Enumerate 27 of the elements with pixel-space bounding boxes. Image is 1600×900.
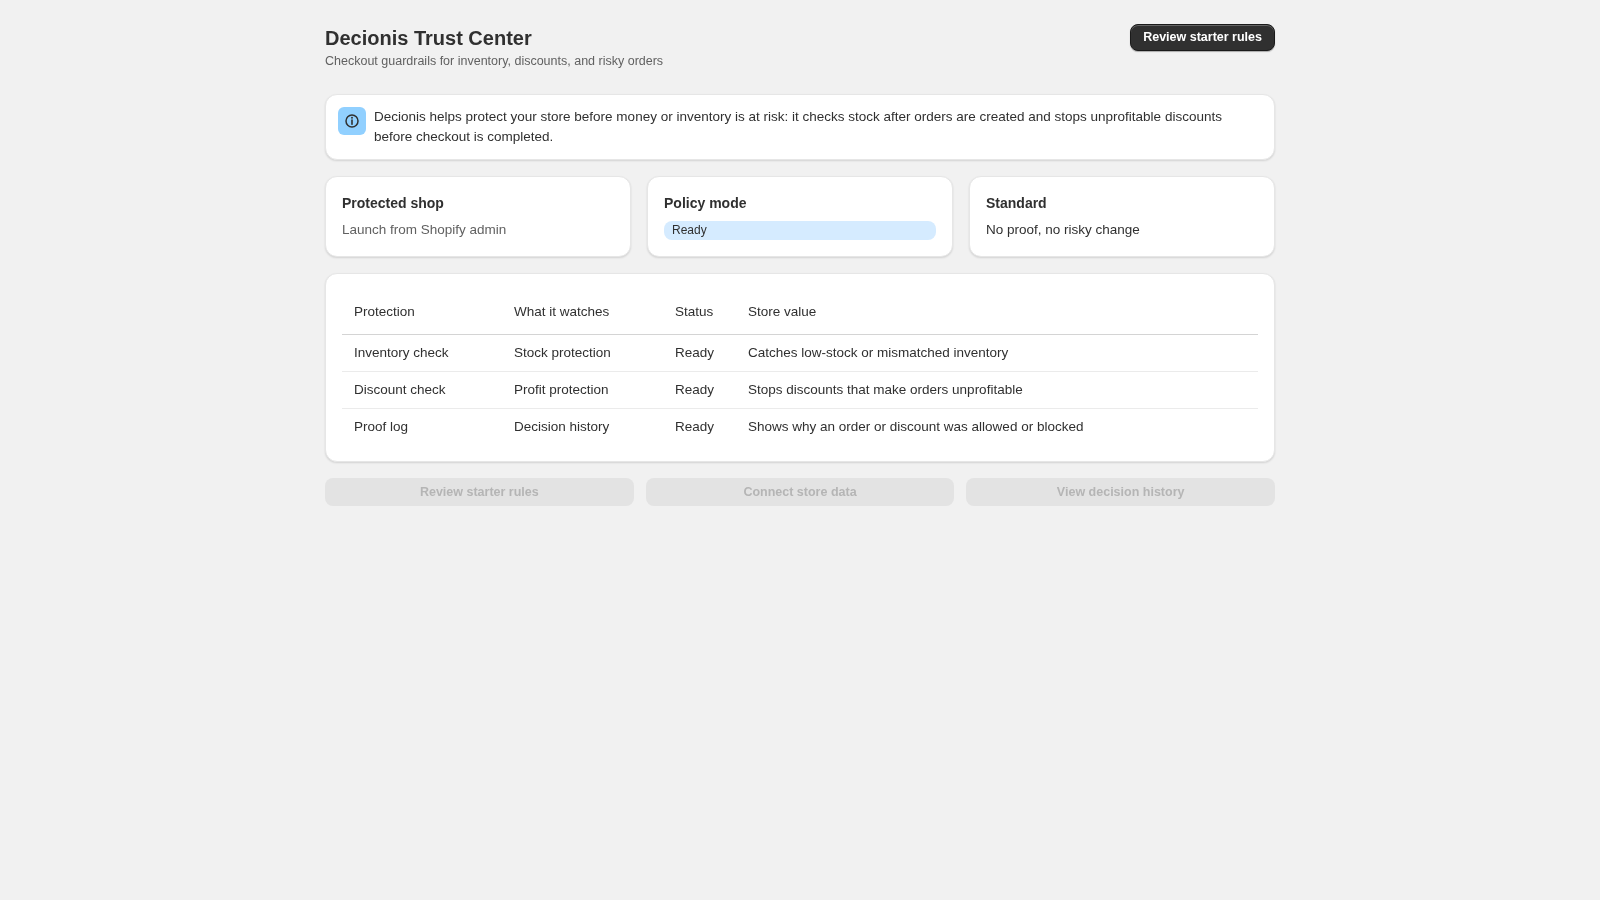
column-header: What it watches <box>502 290 663 335</box>
table-cell: Inventory check <box>342 334 502 372</box>
table-cell: Ready <box>663 371 736 409</box>
review-rules-button[interactable]: Review starter rules <box>1130 24 1275 51</box>
card-title: Standard <box>986 194 1048 213</box>
page-subtitle: Checkout guardrails for inventory, discounts, and risky orders <box>325 53 664 70</box>
card-title: Policy mode <box>664 194 748 213</box>
table-cell: Discount check <box>342 371 502 409</box>
table-cell: Shows why an order or discount was allowed or blocked <box>736 408 1258 445</box>
table-cell: Decision history <box>502 408 663 445</box>
table-cell: Ready <box>663 408 736 445</box>
page-title: Decionis Trust Center <box>325 26 533 51</box>
table-cell: Proof log <box>342 408 502 445</box>
card-value: No proof, no risky change <box>986 221 1141 239</box>
card-title: Protected shop <box>342 194 445 213</box>
table-cell: Catches low-stock or mismatched inventory <box>736 334 1258 372</box>
banner-text: Decionis helps protect your store before money or inventory is at risk: it checks stock after orders are created and stops unprofitable discounts before checkout is completed. <box>374 108 1223 146</box>
card-note: Launch from Shopify admin <box>342 221 508 239</box>
table-cell: Ready <box>663 334 736 372</box>
column-header: Protection <box>342 290 502 335</box>
table-cell: Stops discounts that make orders unprofitable <box>736 371 1258 409</box>
column-header: Store value <box>736 290 1258 335</box>
status-badge: Ready <box>664 221 936 240</box>
table-cell: Profit protection <box>502 371 663 409</box>
table-cell: Stock protection <box>502 334 663 372</box>
column-header: Status <box>663 290 736 335</box>
info-icon <box>338 107 366 135</box>
